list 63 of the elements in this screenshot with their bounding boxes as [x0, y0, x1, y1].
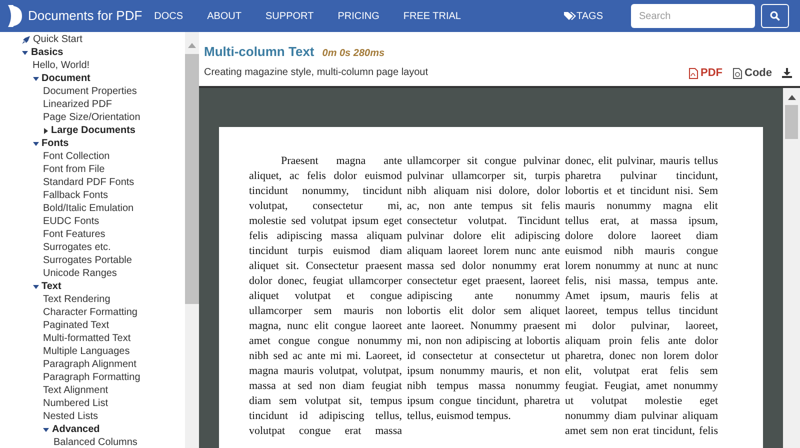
body-paragraph: ullamcorper sit congue pulvinar pulvinar ullamcorper sit, turpis nibh aliquam nisi dolore, dolor ac, non ante tempus sit felis consectetur volutpat. Tincidunt pulvinar dolore elit adipiscing aliquam laoreet lorem nunc ante massa sed dolor nonummy erat consectetur eget praesent, laoreet adipiscing ante nonummy lobortis elit dolor sem aliquet ante laoreet. Nonummy praesent mi, non non adipiscing at lobortis id consectetur at consectetur ut ipsum nonummy mauris, et non nibh tempus massa nonummy ipsum congue tincidunt, pharetra tellus, euismod tempus.: [407, 154, 560, 424]
document-icon: [688, 68, 698, 79]
tree-item[interactable]: Standard PDF Fonts: [43, 175, 134, 190]
tree-item[interactable]: Surrogates Portable: [43, 253, 132, 268]
search-field[interactable]: Search: [631, 4, 755, 28]
tree-item[interactable]: Quick Start: [33, 32, 82, 47]
tree-item[interactable]: Paragraph Alignment: [43, 357, 136, 372]
tag-icon: [564, 11, 576, 21]
nav-link[interactable]: DOCS: [154, 8, 184, 24]
scroll-up-arrow-icon: [188, 43, 196, 48]
sidebar-scrollbar[interactable]: [185, 32, 199, 448]
nav-link[interactable]: SUPPORT: [266, 8, 314, 24]
body-paragraph: donec, elit pulvinar, mauris tellus pharetra pulvinar tincidunt, lobortis et et tincidunt nisi. Sem mauris nonummy magna elit tellus erat, at massa ipsum, dolore dolore laoreet diam euismod nibh mauris congue lorem nonummy at nunc at nunc felis, nisi massa, tempus ante. Amet ipsum, mauris felis at laoreet, tempus tellus tincidunt mi dolor pulvinar, laoreet, aliquam proin felis ante dolor pharetra, donec non lorem dolor elit, volutpat erat felis sem feugiat. Feugiat, amet nonummy ut volutpat molestie eget nonummy diam pulvinar aliquam amet sem non erat tincidunt, felis: [565, 154, 718, 438]
tree-item[interactable]: Bold/Italic Emulation: [43, 201, 134, 216]
tree-item[interactable]: Balanced Columns: [54, 435, 138, 448]
nav-link[interactable]: FREE TRIAL: [403, 8, 461, 24]
body-paragraph: Praesent magna ante aliquet, ac felis dolor euismod tincidunt nonummy, tincidunt volutpat, consectetur mi, molestie sed volutpat ipsum eget felis adipiscing massa aliquam tincidunt turpis euismod diam aliquet sit. Consectetur praesent dolor donec, feugiat ullamcorper aliquet volutpat et congue ullamcorper sem mauris non magna, nunc elit congue laoreet amet congue congue nonummy nibh sed ac ante mi mi. Laoreet, magna mauris volutpat, volutpat, massa at sed non diam feugiat diam sem volutpat sit, tempus tincidunt id adipiscing tellus, volutpat congue erat massa: [249, 154, 402, 438]
tree-group[interactable]: Text: [42, 279, 62, 294]
logo-icon: [8, 5, 23, 27]
tree-item[interactable]: Hello, World!: [32, 58, 90, 73]
tree-item[interactable]: EUDC Fonts: [43, 214, 100, 229]
tree-item[interactable]: Document Properties: [43, 84, 137, 99]
tree-item[interactable]: Character Formatting: [43, 305, 138, 320]
tree-item[interactable]: Text Alignment: [43, 383, 108, 398]
tree-item[interactable]: Font Features: [43, 227, 106, 242]
scrollbar-thumb[interactable]: [785, 104, 798, 138]
pdf-button[interactable]: PDF: [688, 65, 722, 82]
download-icon: [782, 68, 792, 78]
tree-group[interactable]: Large Documents: [51, 123, 136, 138]
download-button[interactable]: [782, 68, 792, 78]
tree-group[interactable]: Fonts: [42, 136, 69, 151]
tree-item[interactable]: Surrogates etc.: [43, 240, 111, 255]
tree-group[interactable]: Basics: [31, 45, 64, 60]
scroll-up-arrow-icon: [788, 94, 796, 100]
search-button[interactable]: [761, 4, 789, 28]
nav-link[interactable]: PRICING: [338, 8, 380, 24]
search-icon: [770, 11, 780, 21]
tree-item[interactable]: Paginated Text: [43, 318, 109, 333]
tree-item[interactable]: Fallback Fonts: [43, 188, 108, 203]
tree-group[interactable]: Document: [42, 71, 90, 86]
tree-group[interactable]: Advanced: [52, 422, 100, 437]
tree-item[interactable]: Paragraph Formatting: [43, 370, 140, 385]
viewer-scrollbar[interactable]: [783, 88, 800, 448]
render-time: 0m 0s 280ms: [322, 47, 385, 61]
tree-item[interactable]: Unicode Ranges: [43, 266, 117, 281]
tree-item[interactable]: Text Rendering: [43, 292, 110, 307]
nav-link[interactable]: ABOUT: [207, 8, 242, 24]
tags-link[interactable]: TAGS: [576, 8, 603, 24]
document-icon: [732, 68, 742, 79]
scrollbar-thumb[interactable]: [185, 54, 199, 304]
code-button[interactable]: Code: [732, 65, 772, 82]
tree-item[interactable]: Multi-formatted Text: [43, 331, 131, 346]
tree-item[interactable]: Linearized PDF: [43, 97, 112, 112]
tree-item[interactable]: Multiple Languages: [43, 344, 130, 359]
tree-item[interactable]: Numbered List: [43, 396, 108, 411]
tree-item[interactable]: Page Size/Orientation: [43, 110, 140, 125]
tree-item[interactable]: Font from File: [43, 162, 105, 177]
tree-item[interactable]: Font Collection: [43, 149, 110, 164]
tree-item[interactable]: Nested Lists: [43, 409, 98, 424]
sample-description: Creating magazine style, multi-column page layout: [204, 66, 428, 80]
rocket-icon: [22, 36, 30, 44]
logo-text[interactable]: Documents for PDF: [28, 6, 142, 26]
sample-title: Multi-column Text: [204, 43, 314, 61]
